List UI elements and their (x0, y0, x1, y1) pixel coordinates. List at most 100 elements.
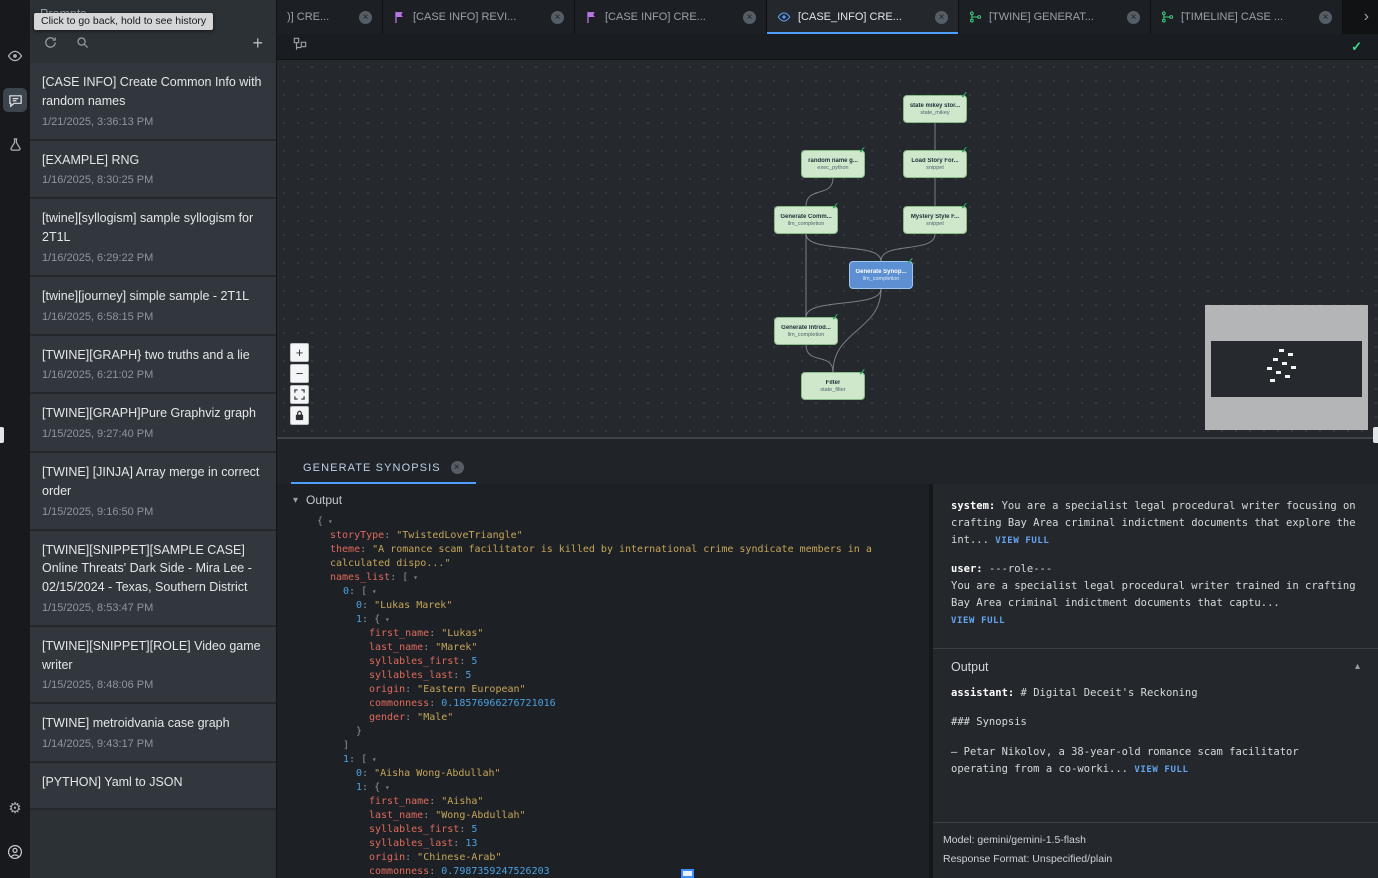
tab-label: [TWINE] GENERAT... (989, 11, 1120, 23)
tab-close-icon[interactable]: × (1319, 11, 1332, 24)
code-line: first_name: "Aisha" (277, 795, 929, 809)
node-title: state mikey stor... (910, 103, 960, 109)
refresh-icon[interactable] (43, 35, 59, 51)
list-item[interactable]: [TWINE] [JINJA] Array merge in correct o… (30, 453, 276, 531)
graph-node-filter[interactable]: Filterstate_filter✓ (801, 372, 865, 400)
graph-node-synop[interactable]: Generate Synop...llm_completion✓ (849, 261, 913, 289)
graph-node-mikey[interactable]: state mikey stor...state_mikey✓ (903, 95, 967, 123)
minimap-node (1285, 375, 1290, 378)
code-line: 1: { ▾ (277, 613, 929, 627)
settings-gear-icon[interactable]: ⚙ (3, 796, 27, 820)
account-icon[interactable] (3, 840, 27, 864)
tab-close-icon[interactable]: × (451, 461, 464, 474)
tab-close-icon[interactable]: × (935, 11, 948, 24)
sidebar: Prompts + [CASE INFO] Create Common Info… (30, 0, 277, 878)
list-item[interactable]: [TWINE] metroidvania case graph1/14/2025… (30, 704, 276, 763)
view-full-link[interactable]: VIEW FULL (951, 616, 1005, 626)
output-collapse-header[interactable]: ▾ Output (277, 484, 929, 513)
list-item[interactable]: [TWINE][GRAPH]Pure Graphviz graph1/15/20… (30, 394, 276, 453)
list-item[interactable]: [PYTHON] Yaml to JSON (30, 763, 276, 810)
tab-close-icon[interactable]: × (359, 11, 372, 24)
fork-icon (969, 10, 982, 24)
add-prompt-button[interactable]: + (252, 34, 263, 52)
code-line: last_name: "Marek" (277, 641, 929, 655)
prompt-title: [PYTHON] Yaml to JSON (42, 773, 264, 792)
assistant-message: assistant: # Digital Deceit's Reckoning#… (933, 683, 1378, 823)
code-line: commonness: 0.7987359247526203 (277, 865, 929, 878)
node-title: Generate Synop... (855, 269, 906, 275)
graph-node-random[interactable]: random name g...exec_python✓ (801, 150, 865, 178)
pipelines-icon[interactable] (3, 132, 27, 156)
view-full-link[interactable]: VIEW FULL (995, 536, 1049, 546)
tab-close-icon[interactable]: × (551, 11, 564, 24)
code-line: 0: "Lukas Marek" (277, 599, 929, 613)
messages: system: You are a specialist legal proce… (933, 484, 1378, 644)
minimap-node (1288, 353, 1293, 356)
prompt-timestamp: 1/15/2025, 9:27:40 PM (42, 428, 264, 440)
node-check-icon: ✓ (906, 256, 914, 267)
list-item[interactable]: [EXAMPLE] RNG1/16/2025, 8:30:25 PM (30, 141, 276, 200)
minimap-node (1270, 379, 1275, 382)
code-line: names_list: [ ▾ (277, 571, 929, 585)
view-full-link[interactable]: VIEW FULL (1134, 765, 1188, 775)
node-title: Load Story For... (911, 158, 958, 164)
list-item[interactable]: [twine][syllogism] sample syllogism for … (30, 199, 276, 277)
list-item[interactable]: [TWINE][SNIPPET][SAMPLE CASE] Online Thr… (30, 531, 276, 627)
node-check-icon: ✓ (831, 201, 839, 212)
tab-generate-synopsis[interactable]: GENERATE SYNOPSIS × (291, 451, 476, 484)
zoom-in-button[interactable]: + (290, 343, 309, 362)
activity-bar: ⚙ (0, 0, 30, 878)
prompt-timestamp: 1/16/2025, 6:29:22 PM (42, 252, 264, 264)
validate-check-icon[interactable]: ✓ (1351, 39, 1362, 55)
output-header-label: Output (306, 493, 342, 507)
node-title: Generate Comm... (780, 214, 831, 220)
graph-node-load[interactable]: Load Story For...snippet✓ (903, 150, 967, 178)
fit-view-button[interactable] (290, 385, 309, 404)
chevron-right-icon[interactable]: › (1355, 8, 1378, 26)
list-item[interactable]: [twine][journey] simple sample - 2T1L1/1… (30, 277, 276, 336)
graph-canvas[interactable]: + − state mikey stor...state_mikey✓rando… (277, 60, 1378, 437)
code-line: 0: [ ▾ (277, 585, 929, 599)
minimap[interactable] (1205, 305, 1368, 430)
node-title: Mystery Style F... (911, 214, 959, 220)
app-window: Click to go back, hold to see history ⚙ … (0, 0, 1378, 878)
prompt-title: [TWINE][SNIPPET][ROLE] Video game writer (42, 637, 264, 675)
prompts-icon[interactable] (3, 88, 27, 112)
bottom-panel-body: ▾ Output { ▾storyType: "TwistedLoveTrian… (277, 484, 1378, 878)
code-line: syllables_last: 5 (277, 669, 929, 683)
bottom-resize-handle[interactable] (681, 869, 694, 878)
tab-close-icon[interactable]: × (1127, 11, 1140, 24)
node-check-icon: ✓ (831, 312, 839, 323)
auto-layout-icon[interactable] (293, 37, 307, 56)
tab-5[interactable]: [TWINE] GENERAT... × (959, 0, 1151, 34)
graph-node-comm[interactable]: Generate Comm...llm_completion✓ (774, 206, 838, 234)
visibility-icon[interactable] (3, 44, 27, 68)
graph-node-introd[interactable]: Generate Introd...llm_completion✓ (774, 317, 838, 345)
tab-2[interactable]: [CASE INFO] REVI...× (383, 0, 575, 34)
list-item[interactable]: [CASE INFO] Create Common Info with rand… (30, 63, 276, 141)
output-section-title: Output (951, 660, 989, 674)
tab-4[interactable]: [CASE_INFO] CRE...× (767, 0, 959, 34)
graph-node-mystery[interactable]: Mystery Style F...snippet✓ (903, 206, 967, 234)
run-details-pane: system: You are a specialist legal proce… (933, 484, 1378, 878)
zoom-out-button[interactable]: − (290, 364, 309, 383)
output-section-header[interactable]: Output ▴ (933, 649, 1378, 683)
minimap-node (1282, 362, 1287, 365)
node-title: random name g... (808, 158, 858, 164)
list-item[interactable]: [TWINE][GRAPH} two truths and a lie1/16/… (30, 336, 276, 395)
tab-1[interactable]: )] CRE...× (277, 0, 383, 34)
left-resize-handle[interactable] (0, 427, 4, 443)
tab-3[interactable]: [CASE INFO] CRE...× (575, 0, 767, 34)
lock-button[interactable] (290, 406, 309, 425)
prompt-timestamp: 1/16/2025, 6:58:15 PM (42, 311, 264, 323)
right-resize-handle[interactable] (1373, 427, 1378, 443)
list-item[interactable]: [TWINE][SNIPPET][ROLE] Video game writer… (30, 627, 276, 705)
model-label: Model: gemini/gemini-1.5-flash (943, 831, 1368, 849)
tab-close-icon[interactable]: × (743, 11, 756, 24)
message-role: user: (951, 563, 983, 575)
code-line: theme: "A romance scam facilitator is ki… (277, 543, 929, 571)
tab-6[interactable]: [TIMELINE] CASE ...× (1151, 0, 1343, 34)
node-subtitle: state_mikey (920, 110, 949, 116)
code-content: { ▾storyType: "TwistedLoveTriangle"theme… (277, 513, 929, 878)
search-icon[interactable] (75, 35, 91, 51)
